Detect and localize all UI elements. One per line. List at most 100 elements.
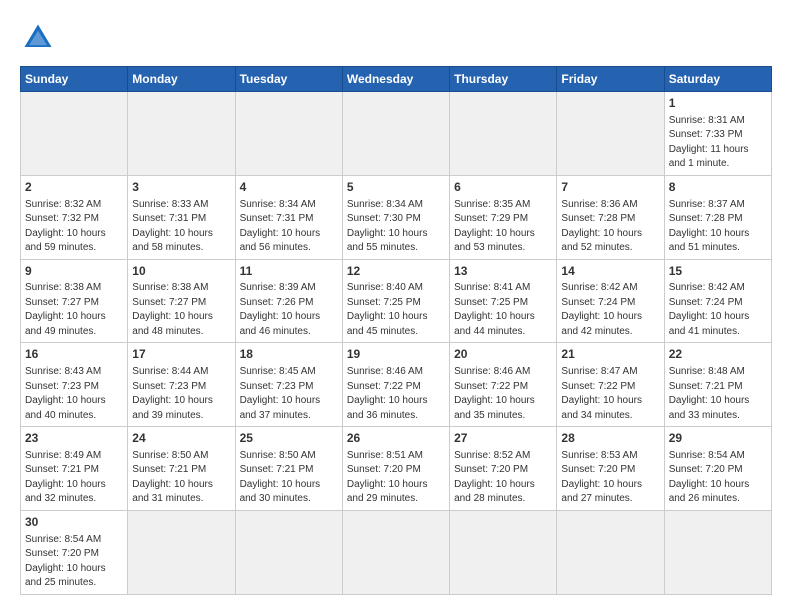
calendar-cell xyxy=(21,92,128,176)
calendar-header-row: SundayMondayTuesdayWednesdayThursdayFrid… xyxy=(21,67,772,92)
day-info: Sunrise: 8:49 AM Sunset: 7:21 PM Dayligh… xyxy=(25,449,123,507)
calendar-cell: 29 Sunrise: 8:54 AM Sunset: 7:20 PM Dayli… xyxy=(664,427,771,511)
day-info: Sunrise: 8:50 AM Sunset: 7:21 PM Dayligh… xyxy=(132,449,230,507)
day-number: 27 xyxy=(454,430,552,447)
day-info: Sunrise: 8:53 AM Sunset: 7:20 PM Dayligh… xyxy=(561,449,659,507)
day-header-friday: Friday xyxy=(557,67,664,92)
day-header-wednesday: Wednesday xyxy=(342,67,449,92)
calendar-cell: 26 Sunrise: 8:51 AM Sunset: 7:20 PM Dayli… xyxy=(342,427,449,511)
calendar-cell: 18 Sunrise: 8:45 AM Sunset: 7:23 PM Dayli… xyxy=(235,343,342,427)
calendar-cell xyxy=(342,92,449,176)
day-info: Sunrise: 8:38 AM Sunset: 7:27 PM Dayligh… xyxy=(132,281,230,339)
calendar-cell: 11Sunrise: 8:39 AM Sunset: 7:26 PM Dayli… xyxy=(235,259,342,343)
day-number: 4 xyxy=(240,179,338,196)
calendar-cell: 28Sunrise: 8:53 AM Sunset: 7:20 PM Dayli… xyxy=(557,427,664,511)
calendar-cell: 2Sunrise: 8:32 AM Sunset: 7:32 PM Daylig… xyxy=(21,175,128,259)
calendar-week-row: 16Sunrise: 8:43 AM Sunset: 7:23 PM Dayli… xyxy=(21,343,772,427)
day-number: 17 xyxy=(132,346,230,363)
day-info: Sunrise: 8:37 AM Sunset: 7:28 PM Dayligh… xyxy=(669,198,767,256)
day-number: 12 xyxy=(347,263,445,280)
day-number: 7 xyxy=(561,179,659,196)
calendar-week-row: 9Sunrise: 8:38 AM Sunset: 7:27 PM Daylig… xyxy=(21,259,772,343)
day-info: Sunrise: 8:48 AM Sunset: 7:21 PM Dayligh… xyxy=(669,365,767,423)
calendar-cell: 15Sunrise: 8:42 AM Sunset: 7:24 PM Dayli… xyxy=(664,259,771,343)
day-number: 20 xyxy=(454,346,552,363)
day-info: Sunrise: 8:47 AM Sunset: 7:22 PM Dayligh… xyxy=(561,365,659,423)
calendar-cell xyxy=(235,92,342,176)
day-info: Sunrise: 8:44 AM Sunset: 7:23 PM Dayligh… xyxy=(132,365,230,423)
calendar-cell: 24 Sunrise: 8:50 AM Sunset: 7:21 PM Dayli… xyxy=(128,427,235,511)
day-header-sunday: Sunday xyxy=(21,67,128,92)
day-number: 11 xyxy=(240,263,338,280)
logo-icon xyxy=(20,20,56,56)
calendar-cell xyxy=(450,92,557,176)
day-info: Sunrise: 8:46 AM Sunset: 7:22 PM Dayligh… xyxy=(347,365,445,423)
day-number: 8 xyxy=(669,179,767,196)
calendar-cell: 8 Sunrise: 8:37 AM Sunset: 7:28 PM Daylig… xyxy=(664,175,771,259)
day-info: Sunrise: 8:42 AM Sunset: 7:24 PM Dayligh… xyxy=(561,281,659,339)
day-number: 29 xyxy=(669,430,767,447)
day-info: Sunrise: 8:42 AM Sunset: 7:24 PM Dayligh… xyxy=(669,281,767,339)
calendar-cell: 23 Sunrise: 8:49 AM Sunset: 7:21 PM Dayli… xyxy=(21,427,128,511)
day-info: Sunrise: 8:46 AM Sunset: 7:22 PM Dayligh… xyxy=(454,365,552,423)
day-number: 24 xyxy=(132,430,230,447)
calendar: SundayMondayTuesdayWednesdayThursdayFrid… xyxy=(20,66,772,595)
day-info: Sunrise: 8:36 AM Sunset: 7:28 PM Dayligh… xyxy=(561,198,659,256)
day-info: Sunrise: 8:40 AM Sunset: 7:25 PM Dayligh… xyxy=(347,281,445,339)
day-number: 21 xyxy=(561,346,659,363)
day-info: Sunrise: 8:52 AM Sunset: 7:20 PM Dayligh… xyxy=(454,449,552,507)
day-info: Sunrise: 8:41 AM Sunset: 7:25 PM Dayligh… xyxy=(454,281,552,339)
day-header-saturday: Saturday xyxy=(664,67,771,92)
day-info: Sunrise: 8:54 AM Sunset: 7:20 PM Dayligh… xyxy=(669,449,767,507)
day-info: Sunrise: 8:34 AM Sunset: 7:30 PM Dayligh… xyxy=(347,198,445,256)
day-info: Sunrise: 8:45 AM Sunset: 7:23 PM Dayligh… xyxy=(240,365,338,423)
day-info: Sunrise: 8:39 AM Sunset: 7:26 PM Dayligh… xyxy=(240,281,338,339)
day-number: 10 xyxy=(132,263,230,280)
day-number: 18 xyxy=(240,346,338,363)
logo xyxy=(20,20,60,56)
calendar-cell: 6Sunrise: 8:35 AM Sunset: 7:29 PM Daylig… xyxy=(450,175,557,259)
calendar-week-row: 1 Sunrise: 8:31 AM Sunset: 7:33 PM Daylig… xyxy=(21,92,772,176)
calendar-cell xyxy=(450,510,557,594)
calendar-cell xyxy=(557,510,664,594)
day-info: Sunrise: 8:34 AM Sunset: 7:31 PM Dayligh… xyxy=(240,198,338,256)
calendar-cell: 12Sunrise: 8:40 AM Sunset: 7:25 PM Dayli… xyxy=(342,259,449,343)
calendar-cell: 10Sunrise: 8:38 AM Sunset: 7:27 PM Dayli… xyxy=(128,259,235,343)
day-info: Sunrise: 8:31 AM Sunset: 7:33 PM Dayligh… xyxy=(669,114,767,172)
day-info: Sunrise: 8:33 AM Sunset: 7:31 PM Dayligh… xyxy=(132,198,230,256)
calendar-cell: 22Sunrise: 8:48 AM Sunset: 7:21 PM Dayli… xyxy=(664,343,771,427)
calendar-cell: 3 Sunrise: 8:33 AM Sunset: 7:31 PM Daylig… xyxy=(128,175,235,259)
calendar-cell xyxy=(342,510,449,594)
calendar-cell: 7 Sunrise: 8:36 AM Sunset: 7:28 PM Daylig… xyxy=(557,175,664,259)
day-number: 3 xyxy=(132,179,230,196)
calendar-cell: 17 Sunrise: 8:44 AM Sunset: 7:23 PM Dayli… xyxy=(128,343,235,427)
calendar-cell xyxy=(128,92,235,176)
day-number: 23 xyxy=(25,430,123,447)
day-info: Sunrise: 8:32 AM Sunset: 7:32 PM Dayligh… xyxy=(25,198,123,256)
calendar-cell: 21 Sunrise: 8:47 AM Sunset: 7:22 PM Dayli… xyxy=(557,343,664,427)
calendar-cell: 1 Sunrise: 8:31 AM Sunset: 7:33 PM Daylig… xyxy=(664,92,771,176)
day-info: Sunrise: 8:43 AM Sunset: 7:23 PM Dayligh… xyxy=(25,365,123,423)
page-header xyxy=(20,20,772,56)
day-info: Sunrise: 8:35 AM Sunset: 7:29 PM Dayligh… xyxy=(454,198,552,256)
calendar-cell xyxy=(664,510,771,594)
calendar-cell: 19Sunrise: 8:46 AM Sunset: 7:22 PM Dayli… xyxy=(342,343,449,427)
day-number: 30 xyxy=(25,514,123,531)
day-info: Sunrise: 8:51 AM Sunset: 7:20 PM Dayligh… xyxy=(347,449,445,507)
day-header-thursday: Thursday xyxy=(450,67,557,92)
day-number: 15 xyxy=(669,263,767,280)
calendar-cell: 9Sunrise: 8:38 AM Sunset: 7:27 PM Daylig… xyxy=(21,259,128,343)
calendar-cell: 16Sunrise: 8:43 AM Sunset: 7:23 PM Dayli… xyxy=(21,343,128,427)
calendar-cell: 5 Sunrise: 8:34 AM Sunset: 7:30 PM Daylig… xyxy=(342,175,449,259)
day-number: 5 xyxy=(347,179,445,196)
calendar-cell: 4 Sunrise: 8:34 AM Sunset: 7:31 PM Daylig… xyxy=(235,175,342,259)
day-number: 1 xyxy=(669,95,767,112)
day-header-tuesday: Tuesday xyxy=(235,67,342,92)
day-number: 9 xyxy=(25,263,123,280)
day-number: 26 xyxy=(347,430,445,447)
calendar-cell: 14Sunrise: 8:42 AM Sunset: 7:24 PM Dayli… xyxy=(557,259,664,343)
calendar-cell: 20 Sunrise: 8:46 AM Sunset: 7:22 PM Dayli… xyxy=(450,343,557,427)
calendar-week-row: 23 Sunrise: 8:49 AM Sunset: 7:21 PM Dayli… xyxy=(21,427,772,511)
calendar-cell xyxy=(128,510,235,594)
day-info: Sunrise: 8:38 AM Sunset: 7:27 PM Dayligh… xyxy=(25,281,123,339)
